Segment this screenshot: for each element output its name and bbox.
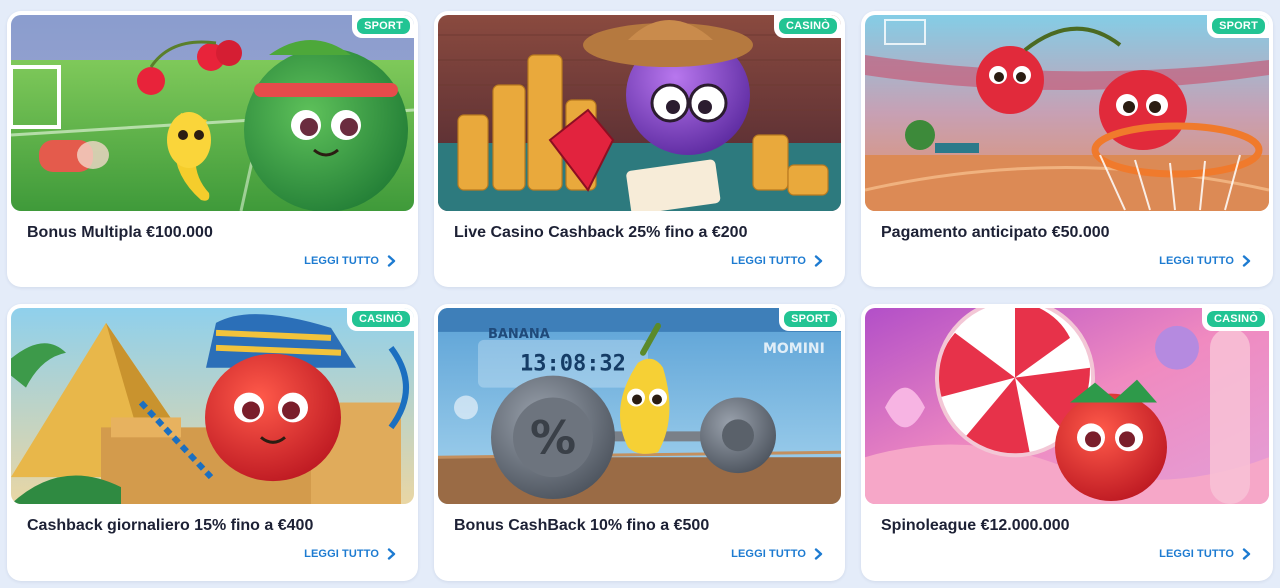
category-badge: CASINÒ [347, 308, 414, 331]
banner-logo-text: MOMINI [763, 341, 825, 357]
read-more-label[interactable]: LEGGI TUTTO [304, 255, 379, 267]
promo-card-bonus-cashback[interactable]: BANANA 13:08:32 MOMINI % SPORT Bonus Cas… [434, 304, 845, 581]
chevron-right-icon [1242, 548, 1251, 560]
chevron-right-icon [814, 255, 823, 267]
read-more-label[interactable]: LEGGI TUTTO [1159, 255, 1234, 267]
banner-sign-text: BANANA [488, 327, 550, 342]
category-badge: SPORT [1207, 15, 1269, 38]
category-badge: CASINÒ [774, 15, 841, 38]
promo-title[interactable]: Bonus CashBack 10% fino a €500 [454, 517, 709, 535]
promo-card-spinoleague[interactable]: CASINÒ Spinoleague €12.000.000 LEGGI TUT… [861, 304, 1273, 581]
promo-title[interactable]: Pagamento anticipato €50.000 [881, 224, 1110, 242]
promo-title[interactable]: Bonus Multipla €100.000 [27, 224, 213, 242]
chevron-right-icon [1242, 255, 1251, 267]
promo-title[interactable]: Cashback giornaliero 15% fino a €400 [27, 517, 313, 535]
chevron-right-icon [814, 548, 823, 560]
promo-title[interactable]: Spinoleague €12.000.000 [881, 517, 1070, 535]
read-more-link[interactable]: LEGGI TUTTO [731, 255, 823, 267]
category-badge: CASINÒ [1202, 308, 1269, 331]
pharaoh-strawberry-illustration [11, 308, 414, 504]
read-more-link[interactable]: LEGGI TUTTO [1159, 255, 1251, 267]
read-more-link[interactable]: LEGGI TUTTO [304, 548, 396, 560]
promo-banner-image[interactable] [865, 308, 1269, 504]
strawberry-candyland-illustration [865, 308, 1269, 504]
banner-clock-text: 13:08:32 [520, 352, 626, 377]
promo-banner-image[interactable]: BANANA 13:08:32 MOMINI % [438, 308, 841, 504]
promo-banner-image[interactable] [438, 15, 841, 211]
read-more-label[interactable]: LEGGI TUTTO [304, 548, 379, 560]
category-badge: SPORT [352, 15, 414, 38]
read-more-label[interactable]: LEGGI TUTTO [731, 255, 806, 267]
cherries-basketball-illustration [865, 15, 1269, 211]
category-badge: SPORT [779, 308, 841, 331]
watermelon-banana-illustration [11, 15, 414, 211]
promo-banner-image[interactable] [11, 308, 414, 504]
read-more-link[interactable]: LEGGI TUTTO [1159, 548, 1251, 560]
promo-title[interactable]: Live Casino Cashback 25% fino a €200 [454, 224, 747, 242]
promo-card-pagamento-anticipato[interactable]: SPORT Pagamento anticipato €50.000 LEGGI… [861, 11, 1273, 287]
svg-text:%: % [530, 410, 576, 464]
read-more-label[interactable]: LEGGI TUTTO [1159, 548, 1234, 560]
promo-banner-image[interactable] [11, 15, 414, 211]
read-more-label[interactable]: LEGGI TUTTO [731, 548, 806, 560]
promo-card-bonus-multipla[interactable]: SPORT Bonus Multipla €100.000 LEGGI TUTT… [7, 11, 418, 287]
purple-cowboy-casino-illustration [438, 15, 841, 211]
read-more-link[interactable]: LEGGI TUTTO [731, 548, 823, 560]
chevron-right-icon [387, 255, 396, 267]
banana-barbell-illustration: BANANA 13:08:32 MOMINI % [438, 308, 841, 504]
promo-banner-image[interactable] [865, 15, 1269, 211]
promotions-grid: SPORT Bonus Multipla €100.000 LEGGI TUTT… [0, 0, 1280, 588]
chevron-right-icon [387, 548, 396, 560]
read-more-link[interactable]: LEGGI TUTTO [304, 255, 396, 267]
promo-card-cashback-giornaliero[interactable]: CASINÒ Cashback giornaliero 15% fino a €… [7, 304, 418, 581]
promo-card-live-casino-cashback[interactable]: CASINÒ Live Casino Cashback 25% fino a €… [434, 11, 845, 287]
